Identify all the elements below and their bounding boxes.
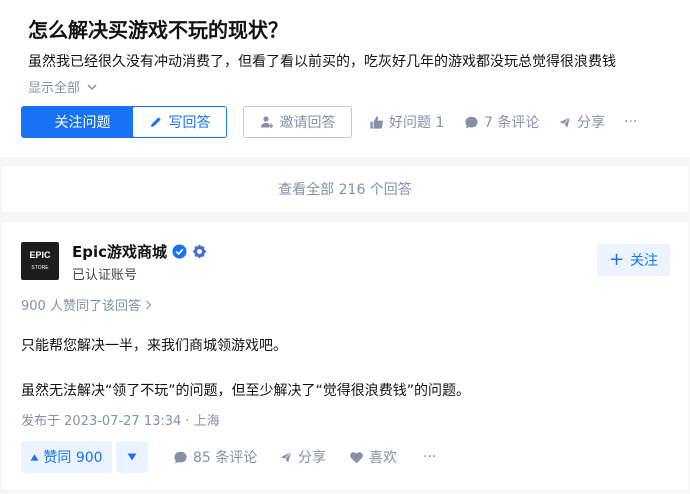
author-subtitle: 已认证账号 — [72, 268, 138, 283]
upvoted-count-label: 900 人赞同了该回答 — [21, 299, 141, 314]
avatar[interactable]: EPIC STORE — [21, 242, 59, 280]
question-excerpt[interactable]: 虽然我已经很久没有冲动消费了，但看了看以前买的，吃灰好几年的游戏都没玩总觉得很浪… — [28, 51, 668, 71]
like-button[interactable]: 喜欢 — [349, 441, 397, 473]
follow-author-label: 关注 — [630, 253, 659, 269]
view-all-answers-button[interactable]: 查看全部 216 个回答 — [2, 166, 688, 212]
answer-comments-button[interactable]: 85 条评论 — [173, 441, 257, 473]
more-icon: ··· — [423, 449, 437, 465]
question-title[interactable]: 怎么解决买游戏不玩的现状？ — [28, 14, 288, 43]
answer-share-button[interactable]: 分享 — [278, 441, 326, 473]
answer-paragraph: 只能帮您解决一半，来我们商城领游戏吧。 — [21, 338, 287, 354]
author-name[interactable]: Epic游戏商城 — [72, 241, 167, 262]
gear-badge-icon — [192, 244, 207, 259]
upvoted-count-link[interactable]: 900 人赞同了该回答 — [21, 295, 153, 314]
store-logo-text: STORE — [31, 264, 49, 271]
epic-logo-text: EPIC — [29, 249, 51, 260]
question-share-button[interactable]: 分享 — [557, 106, 605, 138]
thumbs-up-icon — [370, 115, 383, 129]
follow-author-button[interactable]: + 关注 — [597, 244, 670, 276]
plus-icon: + — [608, 249, 625, 270]
answer-share-label: 分享 — [298, 450, 326, 466]
add-user-icon — [260, 116, 273, 128]
answer-more-button[interactable]: ··· — [423, 441, 436, 473]
pencil-icon — [150, 117, 161, 127]
vote-up-button[interactable]: 赞同 900 — [21, 441, 112, 473]
answer-card: EPIC STORE Epic游戏商城 已认证账号 + 关注 900 人赞同了该… — [2, 222, 688, 490]
good-question-button[interactable]: 好问题 1 — [369, 106, 444, 138]
invite-answer-label: 邀请回答 — [279, 115, 336, 131]
write-answer-button[interactable]: 写回答 — [132, 106, 227, 138]
like-label: 喜欢 — [369, 450, 397, 466]
invite-answer-button[interactable]: 邀请回答 — [243, 106, 352, 138]
show-all-link[interactable]: 显示全部 — [28, 77, 98, 96]
follow-question-button[interactable]: 关注问题 — [21, 106, 144, 138]
show-all-label: 显示全部 — [28, 81, 81, 96]
question-comments-label: 7 条评论 — [484, 115, 540, 131]
publish-time: 发布于 2023-07-27 13:34 · 上海 — [21, 414, 220, 429]
share-icon — [278, 450, 293, 464]
chevron-right-icon — [146, 300, 152, 310]
comment-icon — [465, 116, 478, 128]
vote-down-button[interactable] — [116, 441, 148, 473]
answer-comments-label: 85 条评论 — [193, 450, 258, 466]
chevron-down-icon — [87, 83, 97, 90]
triangle-up-icon — [30, 453, 39, 461]
vote-up-label: 赞同 900 — [43, 450, 103, 466]
question-header: 怎么解决买游戏不玩的现状？ 虽然我已经很久没有冲动消费了，但看了看以前买的，吃灰… — [0, 0, 690, 157]
question-comments-button[interactable]: 7 条评论 — [464, 106, 539, 138]
heart-icon — [350, 451, 363, 463]
triangle-down-icon — [127, 453, 137, 461]
comment-icon — [174, 451, 187, 463]
verified-badge-icon — [172, 244, 187, 259]
good-question-label: 好问题 1 — [389, 115, 445, 131]
more-icon: ··· — [624, 114, 638, 130]
view-all-answers-label: 查看全部 216 个回答 — [278, 182, 412, 198]
question-more-button[interactable]: ··· — [624, 106, 637, 138]
share-icon — [557, 115, 572, 129]
author-name-row: Epic游戏商城 — [72, 241, 207, 262]
answer-paragraph: 虽然无法解决“领了不玩”的问题，但至少解决了“觉得很浪费钱”的问题。 — [21, 383, 471, 399]
question-share-label: 分享 — [577, 115, 605, 131]
write-answer-label: 写回答 — [168, 115, 211, 131]
